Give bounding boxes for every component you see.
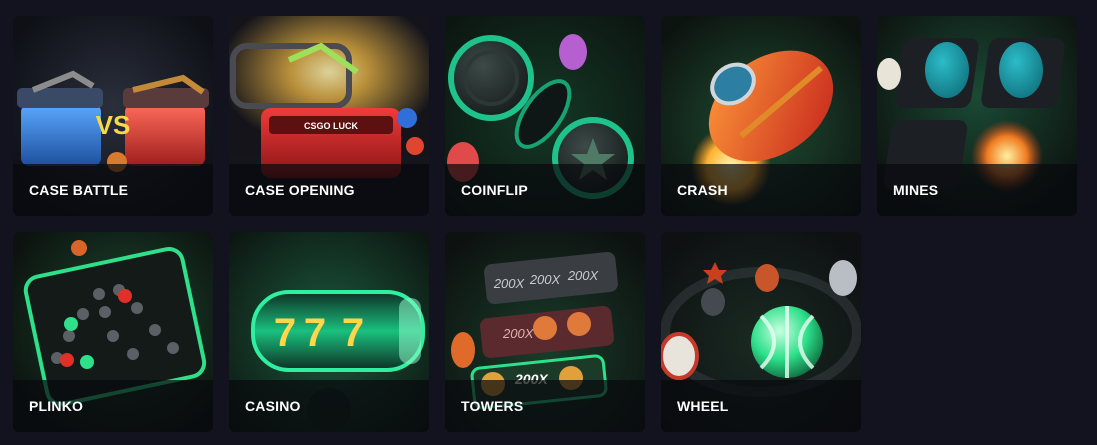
- svg-text:200X: 200X: [502, 326, 535, 341]
- game-card-label-bar: CASE BATTLE: [13, 164, 213, 216]
- game-card-crash[interactable]: CRASH: [661, 16, 861, 216]
- game-card-label: CASINO: [245, 398, 301, 414]
- svg-text:VS: VS: [96, 110, 131, 140]
- game-card-label: PLINKO: [29, 398, 84, 414]
- game-card-label: CRASH: [677, 182, 728, 198]
- game-card-label: TOWERS: [461, 398, 524, 414]
- svg-text:7: 7: [274, 311, 296, 355]
- game-card-wheel[interactable]: WHEEL: [661, 232, 861, 432]
- game-card-plinko[interactable]: PLINKO: [13, 232, 213, 432]
- game-card-label-bar: TOWERS: [445, 380, 645, 432]
- game-card-label-bar: CASE OPENING: [229, 164, 429, 216]
- game-card-case-battle[interactable]: VS CASE BATTLE: [13, 16, 213, 216]
- svg-text:7: 7: [304, 311, 326, 355]
- svg-text:7: 7: [342, 311, 364, 355]
- game-card-label-bar: COINFLIP: [445, 164, 645, 216]
- game-card-label-bar: WHEEL: [661, 380, 861, 432]
- game-card-label: WHEEL: [677, 398, 729, 414]
- game-card-case-opening[interactable]: CSGO LUCK CASE OPENING: [229, 16, 429, 216]
- game-card-towers[interactable]: 200X 200X 200X 200X 200X TOWERS: [445, 232, 645, 432]
- svg-text:200X: 200X: [529, 272, 562, 287]
- games-grid: VS CASE BATTLE CSGO LUCK CASE OPENING CO…: [0, 0, 1097, 445]
- game-card-casino[interactable]: 7 7 7 CASINO: [229, 232, 429, 432]
- game-card-label-bar: CASINO: [229, 380, 429, 432]
- svg-text:CSGO LUCK: CSGO LUCK: [304, 121, 359, 131]
- game-card-label: CASE BATTLE: [29, 182, 129, 198]
- game-card-label-bar: MINES: [877, 164, 1077, 216]
- game-card-label: COINFLIP: [461, 182, 528, 198]
- game-card-label: CASE OPENING: [245, 182, 355, 198]
- game-card-label-bar: CRASH: [661, 164, 861, 216]
- game-card-mines[interactable]: MINES: [877, 16, 1077, 216]
- game-card-label-bar: PLINKO: [13, 380, 213, 432]
- svg-text:200X: 200X: [493, 276, 526, 291]
- svg-text:200X: 200X: [567, 268, 600, 283]
- game-card-label: MINES: [893, 182, 939, 198]
- game-card-coinflip[interactable]: COINFLIP: [445, 16, 645, 216]
